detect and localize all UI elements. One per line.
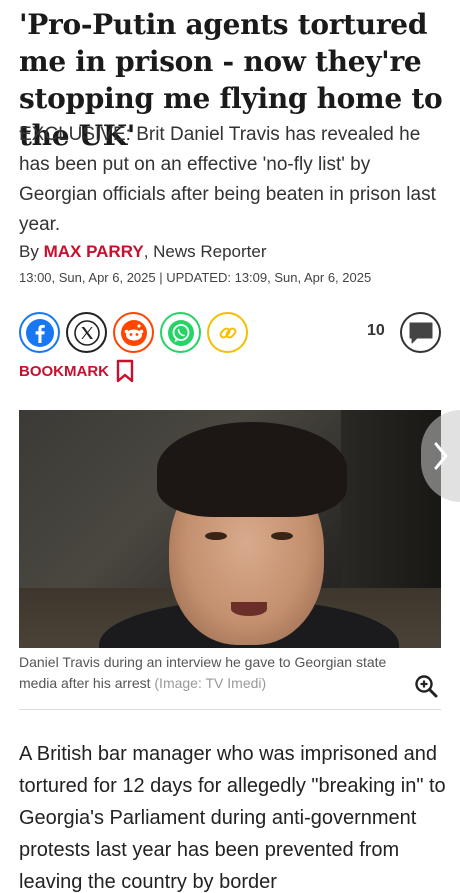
reddit-icon: [120, 319, 147, 346]
share-bar: [19, 312, 248, 353]
article-standfirst: EXCLUSIVE: Brit Daniel Travis has reveal…: [19, 124, 436, 235]
article-timestamp: 13:00, Sun, Apr 6, 2025 | UPDATED: 13:09…: [19, 270, 372, 285]
share-whatsapp-button[interactable]: [160, 312, 201, 353]
x-icon: [73, 319, 100, 346]
zoom-image-button[interactable]: [414, 674, 438, 698]
share-reddit-button[interactable]: [113, 312, 154, 353]
bookmark-label: BOOKMARK: [19, 362, 109, 380]
comments-button[interactable]: [400, 312, 441, 353]
share-link-button[interactable]: [207, 312, 248, 353]
article-body-paragraph: A British bar manager who was imprisoned…: [19, 743, 446, 893]
byline-prefix: By: [19, 242, 44, 261]
image-credit: (Image: TV Imedi): [154, 675, 267, 691]
author-link[interactable]: MAX PARRY: [44, 242, 144, 261]
image-caption: Daniel Travis during an interview he gav…: [19, 652, 419, 694]
share-x-button[interactable]: [66, 312, 107, 353]
section-divider: [19, 709, 441, 710]
chevron-right-icon: [434, 442, 448, 470]
image-subject-mouth: [231, 602, 267, 616]
image-subject-hair: [157, 422, 347, 517]
zoom-in-icon: [415, 675, 438, 698]
image-subject-eye: [271, 532, 293, 540]
author-role: , News Reporter: [143, 242, 267, 261]
share-facebook-button[interactable]: [19, 312, 60, 353]
facebook-icon: [25, 318, 54, 347]
image-subject-eye: [205, 532, 227, 540]
whatsapp-icon: [167, 319, 194, 346]
comment-icon: [409, 322, 432, 343]
bookmark-icon: [116, 359, 134, 383]
comment-count: 10: [367, 322, 385, 339]
bookmark-button[interactable]: BOOKMARK: [19, 359, 135, 383]
byline: By MAX PARRY, News Reporter: [19, 242, 267, 262]
article-hero-image[interactable]: [19, 410, 441, 648]
link-icon: [214, 319, 241, 346]
